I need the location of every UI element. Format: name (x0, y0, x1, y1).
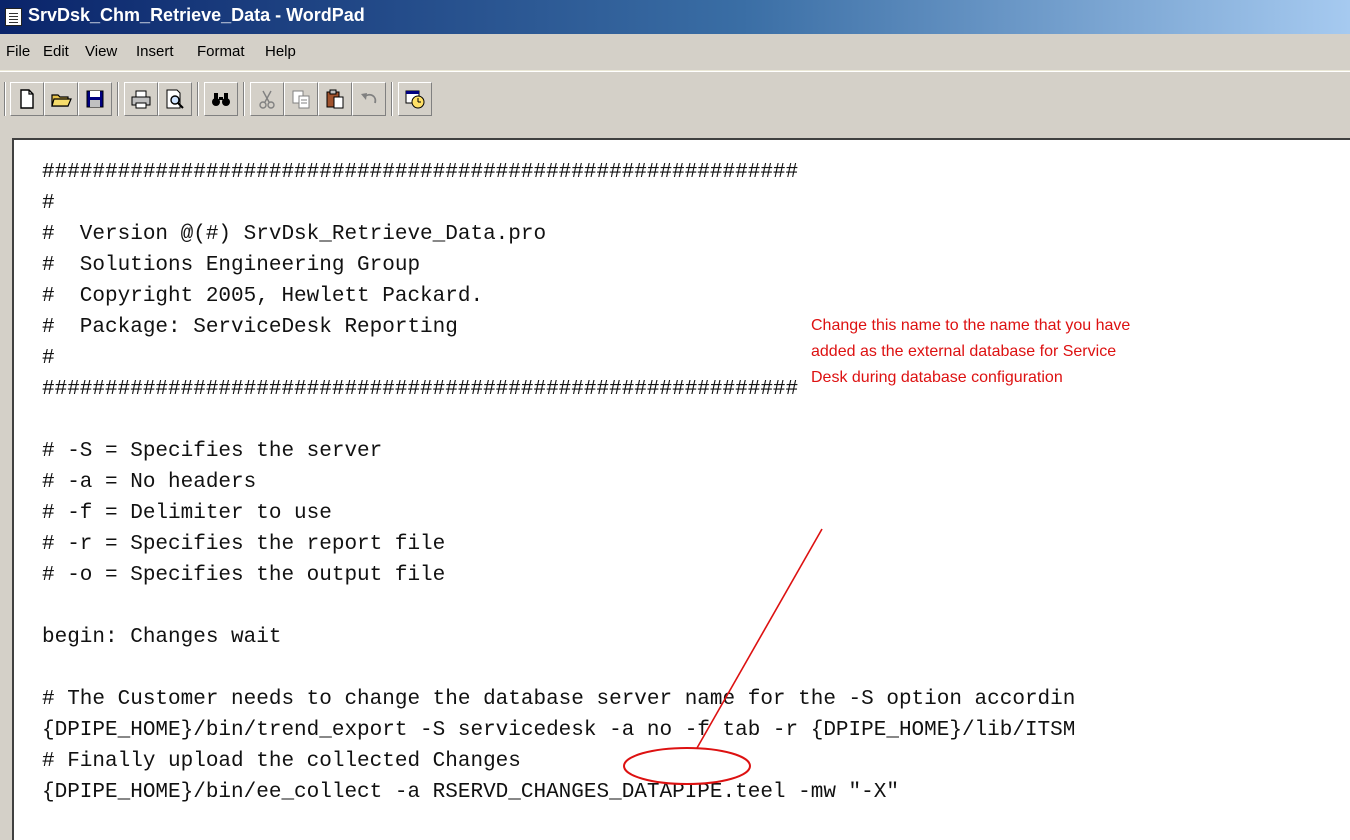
print-button[interactable] (124, 82, 158, 116)
undo-button[interactable] (352, 82, 386, 116)
code-line: # -S = Specifies the server (42, 440, 383, 463)
copy-icon (292, 90, 310, 109)
code-line: begin: Changes wait (42, 626, 282, 649)
find-button[interactable] (204, 82, 238, 116)
print-icon (131, 90, 151, 109)
title-bar: SrvDsk_Chm_Retrieve_Data - WordPad (0, 0, 1350, 34)
code-line: ########################################… (42, 378, 799, 401)
toolbar-separator (391, 82, 393, 116)
cut-scissors-icon (259, 90, 275, 109)
code-line: # -f = Delimiter to use (42, 502, 332, 525)
code-line: {DPIPE_HOME}/bin/ee_collect -a RSERVD_CH… (42, 781, 899, 804)
toolbar-separator (117, 82, 119, 116)
code-line: # The Customer needs to change the datab… (42, 688, 1076, 711)
print-preview-button[interactable] (158, 82, 192, 116)
save-button[interactable] (78, 82, 112, 116)
window-title: SrvDsk_Chm_Retrieve_Data - WordPad (28, 5, 365, 25)
new-document-icon (20, 89, 34, 109)
code-line: # Version @(#) SrvDsk_Retrieve_Data.pro (42, 223, 547, 246)
code-line: # Solutions Engineering Group (42, 254, 421, 277)
code-line: {DPIPE_HOME}/bin/trend_export -S service… (42, 719, 1076, 742)
callout-line: Change this name to the name that you ha… (811, 317, 1131, 334)
menu-help[interactable]: Help (265, 43, 296, 60)
code-line: # (42, 192, 55, 215)
paste-button[interactable] (318, 82, 352, 116)
toolbar (0, 71, 1350, 128)
menu-bar: File Edit View Insert Format Help (0, 34, 1350, 71)
paste-clipboard-icon (326, 89, 344, 109)
save-disk-icon (86, 90, 104, 108)
date-time-button[interactable] (398, 82, 432, 116)
callout-line: added as the external database for Servi… (811, 343, 1117, 360)
toolbar-grip (4, 82, 6, 116)
code-line: # Copyright 2005, Hewlett Packard. (42, 285, 484, 308)
code-line: # -a = No headers (42, 471, 257, 494)
new-button[interactable] (10, 82, 44, 116)
menu-insert[interactable]: Insert (136, 43, 174, 60)
code-line: # Finally upload the collected Changes (42, 750, 521, 773)
copy-button[interactable] (284, 82, 318, 116)
code-line: ########################################… (42, 161, 799, 184)
callout-line: Desk during database configuration (811, 369, 1063, 386)
menu-file[interactable]: File (6, 43, 30, 60)
open-button[interactable] (44, 82, 78, 116)
find-binoculars-icon (212, 93, 230, 106)
wordpad-document-icon (5, 8, 22, 26)
cut-button[interactable] (250, 82, 284, 116)
code-line: # -r = Specifies the report file (42, 533, 446, 556)
open-folder-icon (51, 94, 72, 107)
menu-edit[interactable]: Edit (43, 43, 69, 60)
toolbar-separator (197, 82, 199, 116)
date-time-icon (405, 90, 425, 109)
callout-annotation: Change this name to the name that you ha… (811, 313, 1271, 391)
code-line: # -o = Specifies the output file (42, 564, 446, 587)
document-area[interactable]: ########################################… (12, 138, 1350, 840)
toolbar-separator (243, 82, 245, 116)
menu-view[interactable]: View (85, 43, 117, 60)
print-preview-icon (166, 89, 184, 109)
code-line: # (42, 347, 55, 370)
document-frame: ########################################… (0, 128, 1350, 840)
menu-format[interactable]: Format (197, 43, 245, 60)
code-line: # Package: ServiceDesk Reporting (42, 316, 458, 339)
undo-icon (361, 93, 377, 104)
